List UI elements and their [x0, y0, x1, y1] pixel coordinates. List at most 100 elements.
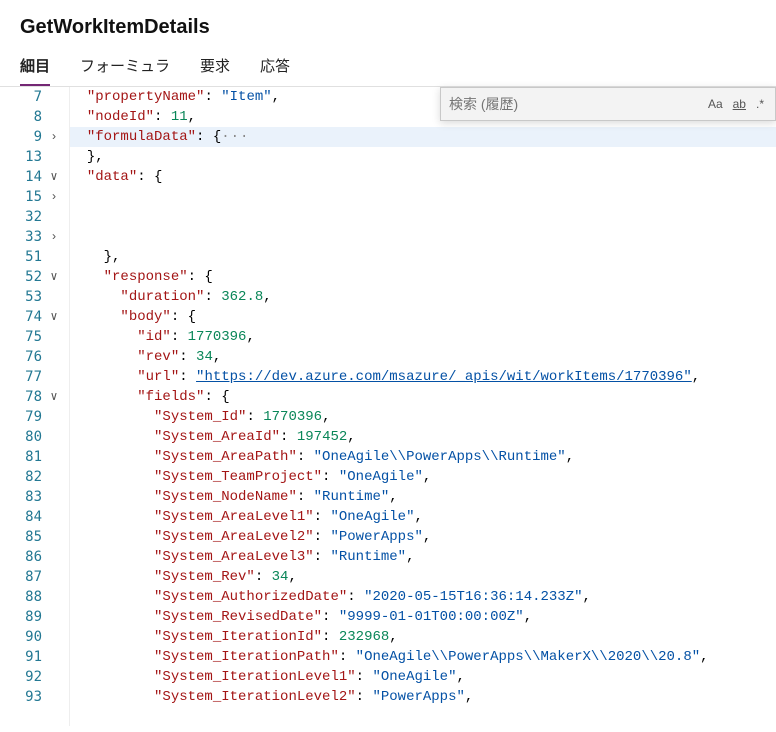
token: : {: [188, 267, 213, 287]
token: "duration": [120, 287, 204, 307]
code-line[interactable]: 81 "System_AreaPath": "OneAgile\\PowerAp…: [70, 447, 776, 467]
code-line[interactable]: 78∨ "fields": {: [70, 387, 776, 407]
code-line[interactable]: 85 "System_AreaLevel2": "PowerApps",: [70, 527, 776, 547]
token: "PowerApps": [330, 527, 422, 547]
line-number: 93: [0, 687, 42, 707]
line-number: 75: [0, 327, 42, 347]
code-line[interactable]: 14∨ "data": {: [70, 167, 776, 187]
search-input[interactable]: [447, 92, 703, 116]
match-case-icon[interactable]: Aa: [703, 95, 728, 113]
fold-expanded-icon[interactable]: ∨: [47, 307, 61, 327]
code-line[interactable]: 75 "id": 1770396,: [70, 327, 776, 347]
code-line[interactable]: 79 "System_Id": 1770396,: [70, 407, 776, 427]
fold-expanded-icon[interactable]: ∨: [47, 267, 61, 287]
fold-collapsed-icon[interactable]: ›: [47, 227, 61, 247]
token: :: [356, 687, 373, 707]
token: "Runtime": [330, 547, 406, 567]
code-line[interactable]: 9› "formulaData": {···: [70, 127, 776, 147]
token: ···: [221, 127, 249, 147]
tab-request[interactable]: 要求: [200, 55, 230, 86]
line-number: 83: [0, 487, 42, 507]
code-line[interactable]: 84 "System_AreaLevel1": "OneAgile",: [70, 507, 776, 527]
line-number: 90: [0, 627, 42, 647]
code-line[interactable]: 53 "duration": 362.8,: [70, 287, 776, 307]
token: "id": [137, 327, 171, 347]
token: "System_AreaLevel1": [154, 507, 314, 527]
code-line[interactable]: 93 "System_IterationLevel2": "PowerApps"…: [70, 687, 776, 707]
code-line[interactable]: 52∨ "response": {: [70, 267, 776, 287]
search-box: Aa ab .*: [440, 87, 776, 121]
line-number: 91: [0, 647, 42, 667]
token: "Runtime": [314, 487, 390, 507]
token: 197452: [297, 427, 347, 447]
line-number: 85: [0, 527, 42, 547]
line-number: 82: [0, 467, 42, 487]
token: :: [255, 567, 272, 587]
code-line[interactable]: 33›: [70, 227, 776, 247]
token: ,: [524, 607, 532, 627]
code-line[interactable]: 88 "System_AuthorizedDate": "2020-05-15T…: [70, 587, 776, 607]
code-editor[interactable]: 7 "propertyName": "Item",8 "nodeId": 11,…: [70, 87, 776, 707]
token: :: [246, 407, 263, 427]
code-line[interactable]: 83 "System_NodeName": "Runtime",: [70, 487, 776, 507]
token: 232968: [339, 627, 389, 647]
tab-response[interactable]: 応答: [260, 55, 290, 86]
code-line[interactable]: 90 "System_IterationId": 232968,: [70, 627, 776, 647]
token: 362.8: [221, 287, 263, 307]
tab-formula[interactable]: フォーミュラ: [80, 55, 170, 86]
line-number: 14: [0, 167, 42, 187]
code-line[interactable]: 51 },: [70, 247, 776, 267]
fold-collapsed-icon[interactable]: ›: [47, 187, 61, 207]
code-line[interactable]: 80 "System_AreaId": 197452,: [70, 427, 776, 447]
token: ,: [583, 587, 591, 607]
code-line[interactable]: 91 "System_IterationPath": "OneAgile\\Po…: [70, 647, 776, 667]
token: ,: [465, 687, 473, 707]
token: "System_AuthorizedDate": [154, 587, 347, 607]
token: },: [104, 247, 121, 267]
regex-icon[interactable]: .*: [751, 95, 769, 113]
line-number: 92: [0, 667, 42, 687]
code-line[interactable]: 77 "url": "https://dev.azure.com/msazure…: [70, 367, 776, 387]
tabs: 細目 フォーミュラ 要求 応答: [0, 47, 776, 86]
token: ,: [566, 447, 574, 467]
token: :: [314, 507, 331, 527]
line-number: 15: [0, 187, 42, 207]
token: "url": [137, 367, 179, 387]
token: "2020-05-15T16:36:14.233Z": [364, 587, 582, 607]
line-number: 79: [0, 407, 42, 427]
code-line[interactable]: 92 "System_IterationLevel1": "OneAgile",: [70, 667, 776, 687]
token: ,: [246, 327, 254, 347]
match-whole-word-icon[interactable]: ab: [728, 95, 751, 113]
token: "System_Id": [154, 407, 246, 427]
code-line[interactable]: 82 "System_TeamProject": "OneAgile",: [70, 467, 776, 487]
fold-expanded-icon[interactable]: ∨: [47, 387, 61, 407]
token: "System_TeamProject": [154, 467, 322, 487]
token: "https://dev.azure.com/msazure/_apis/wit…: [196, 367, 692, 387]
token: "nodeId": [87, 107, 154, 127]
code-line[interactable]: 15›: [70, 187, 776, 207]
token: :: [280, 427, 297, 447]
token: 1770396: [263, 407, 322, 427]
fold-collapsed-icon[interactable]: ›: [47, 127, 61, 147]
token: :: [179, 347, 196, 367]
token: "formulaData": [87, 127, 196, 147]
code-line[interactable]: 32: [70, 207, 776, 227]
code-line[interactable]: 86 "System_AreaLevel3": "Runtime",: [70, 547, 776, 567]
line-number: 52: [0, 267, 42, 287]
token: ,: [456, 667, 464, 687]
code-line[interactable]: 76 "rev": 34,: [70, 347, 776, 367]
token: "System_AreaLevel3": [154, 547, 314, 567]
tab-detail[interactable]: 細目: [20, 55, 50, 86]
fold-expanded-icon[interactable]: ∨: [47, 167, 61, 187]
line-number: 74: [0, 307, 42, 327]
token: "9999-01-01T00:00:00Z": [339, 607, 524, 627]
page-title: GetWorkItemDetails: [20, 16, 756, 39]
code-line[interactable]: 87 "System_Rev": 34,: [70, 567, 776, 587]
token: "OneAgile\\PowerApps\\MakerX\\2020\\20.8…: [356, 647, 700, 667]
line-number: 9: [0, 127, 42, 147]
code-line[interactable]: 74∨ "body": {: [70, 307, 776, 327]
token: :: [297, 447, 314, 467]
code-line[interactable]: 13 },: [70, 147, 776, 167]
code-line[interactable]: 89 "System_RevisedDate": "9999-01-01T00:…: [70, 607, 776, 627]
token: "System_RevisedDate": [154, 607, 322, 627]
